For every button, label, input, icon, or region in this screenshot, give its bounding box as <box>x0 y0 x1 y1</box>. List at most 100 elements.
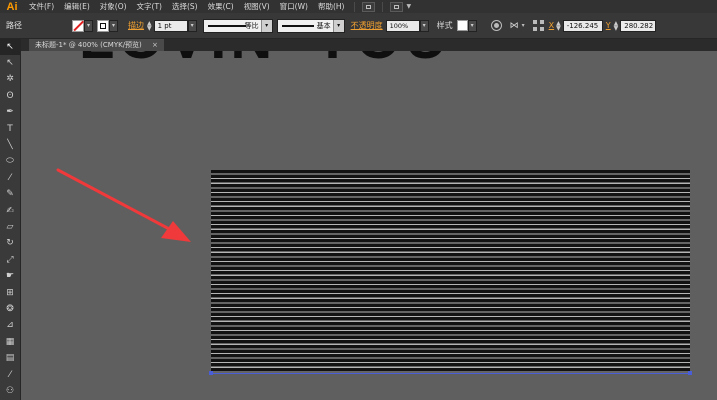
arrange-documents-button[interactable] <box>390 1 404 12</box>
paintbrush-tool-icon: ⁄ <box>9 172 11 183</box>
magic-wand-tool-button[interactable]: ✲ <box>0 72 20 88</box>
free-transform-tool-icon: ⊞ <box>6 287 14 298</box>
shape-builder-tool-icon: ❂ <box>6 303 14 314</box>
perspective-grid-tool-button[interactable]: ⊿ <box>0 318 20 334</box>
control-bar: 路径 ▾ ▾ 描边 ▲ ▼ 1 pt ▾ 等比 ▾ 基本 ▾ 不透明度 100% … <box>0 13 717 39</box>
x-position-field[interactable]: -126.245 <box>562 19 603 32</box>
eyedropper-tool-icon: ⁄ <box>9 369 11 380</box>
document-tab-title: 未标题-1* @ 400% (CMYK/预览) <box>35 41 142 49</box>
selection-tool-icon: ↖ <box>6 41 14 52</box>
menu-view[interactable]: 视图(V) <box>239 1 275 12</box>
arrow-shaft <box>56 168 175 233</box>
fill-color-swatch[interactable] <box>72 19 84 32</box>
menu-type[interactable]: 文字(T) <box>132 1 167 12</box>
chevron-down-icon[interactable]: ▾ <box>522 22 525 29</box>
y-stepper[interactable]: ▲ ▼ <box>614 20 619 31</box>
brush-preview-line <box>281 24 314 27</box>
rotate-tool-button[interactable]: ↻ <box>0 236 20 252</box>
stroke-weight-field[interactable]: 1 pt <box>153 19 188 32</box>
artboard-canvas[interactable]: LOVIN' YOU <box>21 51 717 400</box>
x-stepper[interactable]: ▲ ▼ <box>556 20 561 31</box>
bridge-button[interactable] <box>362 1 376 12</box>
menu-select[interactable]: 选择(S) <box>167 1 203 12</box>
stroke-color-dropdown-button[interactable]: ▾ <box>109 19 118 32</box>
reference-point-icon[interactable] <box>532 20 544 31</box>
gradient-tool-button[interactable]: ▤ <box>0 350 20 366</box>
menu-edit[interactable]: 编辑(E) <box>59 1 95 12</box>
ellipse-tool-button[interactable]: ⬭ <box>0 154 20 170</box>
eyedropper-tool-button[interactable]: ⁄ <box>0 367 20 383</box>
chevron-down-icon[interactable]: ▼ <box>406 3 411 10</box>
graphic-style-swatch[interactable] <box>456 20 468 31</box>
pen-tool-button[interactable]: ✒ <box>0 105 20 121</box>
blend-tool-button[interactable]: ⚇ <box>0 383 20 399</box>
line-segment-tool-button[interactable]: ╲ <box>0 137 20 153</box>
perspective-grid-tool-icon: ⊿ <box>6 320 14 331</box>
blob-brush-tool-icon: ✍ <box>6 205 14 216</box>
selection-tool-button[interactable]: ↖ <box>0 39 20 56</box>
menu-window[interactable]: 窗口(W) <box>275 1 313 12</box>
chevron-down-icon: ▾ <box>260 19 272 32</box>
chevron-down-icon: ▾ <box>332 19 344 32</box>
menu-object[interactable]: 对象(O) <box>95 1 132 12</box>
brush-label: 基本 <box>316 21 331 30</box>
warp-tool-icon: ☛ <box>5 271 15 282</box>
menu-help[interactable]: 帮助(H) <box>313 1 350 12</box>
paintbrush-tool-button[interactable]: ⁄ <box>0 170 20 186</box>
profile-preview-line <box>207 24 246 27</box>
menu-file[interactable]: 文件(F) <box>24 1 59 12</box>
y-label: Y <box>605 21 611 30</box>
style-label: 样式 <box>436 21 453 30</box>
object-type-label: 路径 <box>6 21 22 30</box>
tools-panel: ↖ ↖ ✲ ʘ ✒ T ╲ ⬭ ⁄ ✎ ✍ ▱ ↻ ⤢ ☛ ⊞ ❂ ⊿ ▦ ▤ ⁄ ⚇ <box>0 39 21 400</box>
opacity-panel-link[interactable]: 不透明度 <box>351 20 383 31</box>
menu-bar: Ai 文件(F) 编辑(E) 对象(O) 文字(T) 选择(S) 效果(C) 视… <box>0 0 717 13</box>
scale-tool-icon: ⤢ <box>6 254 14 265</box>
pencil-tool-button[interactable]: ✎ <box>0 187 20 203</box>
direct-selection-tool-button[interactable]: ↖ <box>0 55 20 71</box>
document-tab-strip: 未标题-1* @ 400% (CMYK/预览) × <box>21 39 717 51</box>
pencil-tool-icon: ✎ <box>6 189 14 200</box>
annotation-arrow <box>56 168 191 242</box>
stroke-weight-dropdown-button[interactable]: ▾ <box>187 19 197 32</box>
menu-effect[interactable]: 效果(C) <box>203 1 239 12</box>
close-icon[interactable]: × <box>152 41 158 49</box>
fill-dropdown-button[interactable]: ▾ <box>84 19 93 32</box>
lasso-tool-button[interactable]: ʘ <box>0 88 20 104</box>
align-icon[interactable]: ⋈ <box>510 21 519 31</box>
opacity-dropdown-button[interactable]: ▾ <box>419 19 429 32</box>
menu-divider <box>354 1 356 12</box>
opacity-field[interactable]: 100% <box>385 19 420 32</box>
free-transform-tool-button[interactable]: ⊞ <box>0 285 20 301</box>
profile-label: 等比 <box>244 21 259 30</box>
shape-builder-tool-button[interactable]: ❂ <box>0 301 20 317</box>
stroke-color-swatch[interactable] <box>97 19 109 32</box>
type-tool-button[interactable]: T <box>0 121 20 137</box>
lasso-tool-icon: ʘ <box>6 90 14 101</box>
x-label: X <box>548 21 555 30</box>
eraser-tool-icon: ▱ <box>6 221 14 232</box>
brush-definition-dropdown[interactable]: 基本 ▾ <box>276 18 345 33</box>
arrow-head <box>161 221 191 242</box>
mesh-tool-button[interactable]: ▦ <box>0 334 20 350</box>
stroke-panel-link[interactable]: 描边 <box>128 20 144 31</box>
pen-tool-icon: ✒ <box>6 107 14 118</box>
eraser-tool-button[interactable]: ▱ <box>0 219 20 235</box>
stroke-weight-stepper[interactable]: ▲ ▼ <box>147 20 152 31</box>
blend-tool-icon: ⚇ <box>5 385 15 396</box>
recolor-artwork-icon[interactable] <box>490 20 502 31</box>
menu-divider <box>382 1 384 12</box>
app-logo: Ai <box>6 0 18 13</box>
rotate-tool-icon: ↻ <box>6 238 14 249</box>
document-tab[interactable]: 未标题-1* @ 400% (CMYK/预览) × <box>29 39 164 51</box>
warp-tool-button[interactable]: ☛ <box>0 268 20 284</box>
mesh-tool-icon: ▦ <box>5 336 15 347</box>
type-tool-icon: T <box>7 123 13 134</box>
variable-width-profile-dropdown[interactable]: 等比 ▾ <box>202 18 273 33</box>
y-position-field[interactable]: 280.282 <box>620 19 657 32</box>
line-segment-tool-icon: ╲ <box>7 140 13 151</box>
blob-brush-tool-button[interactable]: ✍ <box>0 203 20 219</box>
graphic-style-dropdown-button[interactable]: ▾ <box>467 19 477 32</box>
magic-wand-tool-icon: ✲ <box>6 74 14 85</box>
scale-tool-button[interactable]: ⤢ <box>0 252 20 268</box>
